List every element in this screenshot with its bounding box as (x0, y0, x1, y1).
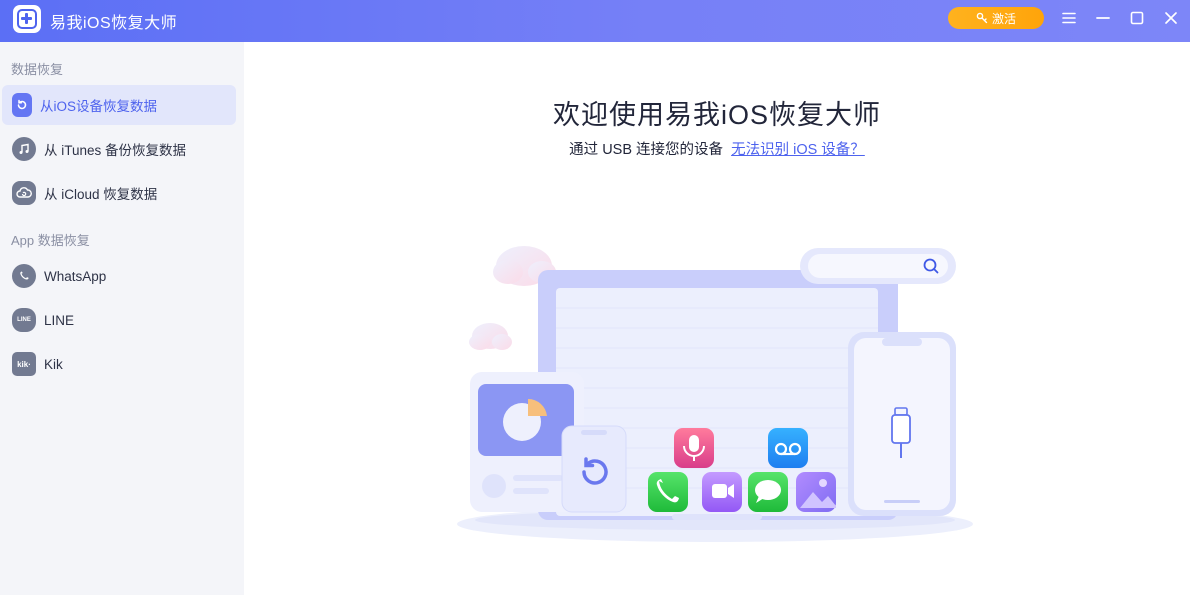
kik-icon: kik· (12, 352, 36, 376)
app-recovery-section-title: App 数据恢复 (11, 233, 90, 248)
activate-button[interactable]: 激活 (948, 7, 1044, 29)
icloud-icon (12, 181, 36, 205)
minimize-icon (1096, 17, 1110, 19)
restore-phone (561, 425, 627, 513)
maximize-button[interactable] (1127, 8, 1147, 28)
key-icon (976, 12, 988, 24)
device-not-recognized-link[interactable]: 无法识别 iOS 设备？ (731, 142, 865, 158)
data-recovery-section-title: 数据恢复 (11, 62, 64, 77)
sidebar-item-whatsapp[interactable]: WhatsApp (2, 256, 236, 296)
menu-button[interactable] (1059, 8, 1079, 28)
sidebar-item-label: 从 iTunes 备份恢复数据 (44, 143, 187, 158)
sidebar-item-label: WhatsApp (44, 268, 107, 284)
connect-subtitle: 通过 USB 连接您的设备 (569, 142, 724, 158)
activate-label: 激活 (991, 11, 1016, 26)
facetime-icon (702, 472, 742, 512)
sidebar-item-label: LINE (44, 312, 75, 328)
whatsapp-icon (12, 264, 36, 288)
sidebar-item-label: 从iOS设备恢复数据 (40, 99, 158, 114)
sidebar-item-label: 从 iCloud 恢复数据 (44, 187, 158, 202)
sidebar: 数据恢复 从iOS设备恢复数据 从 iTunes 备份恢复数据 从 iCloud… (0, 42, 244, 595)
sidebar-item-line[interactable]: LINE LINE (2, 300, 236, 340)
sidebar-item-icloud[interactable]: 从 iCloud 恢复数据 (2, 173, 236, 213)
sidebar-item-kik[interactable]: kik· Kik (2, 344, 236, 384)
sidebar-item-ios-device[interactable]: 从iOS设备恢复数据 (2, 85, 236, 125)
maximize-icon (1130, 11, 1144, 25)
line-icon-text: LINE (17, 317, 31, 323)
device-restore-icon (12, 93, 32, 117)
line-icon: LINE (12, 308, 36, 332)
cloud-small-icon (469, 323, 512, 350)
menu-icon (1062, 12, 1076, 24)
app-title: 易我iOS恢复大师 (50, 15, 178, 32)
phone-app-icon (648, 472, 688, 512)
welcome-title: 欢迎使用易我iOS恢复大师 (552, 100, 881, 130)
connect-instruction: 通过 USB 连接您的设备 无法识别 iOS 设备？ (244, 138, 1190, 159)
itunes-icon (12, 137, 36, 161)
kik-icon-text: kik· (17, 359, 31, 369)
photos-icon (796, 472, 836, 512)
sidebar-item-label: Kik (44, 356, 63, 372)
app-logo-icon (13, 5, 41, 33)
title-bar: 易我iOS恢复大师 激活 (0, 0, 1190, 42)
messages-icon (748, 472, 788, 512)
voicemail-icon (768, 428, 808, 468)
voice-memo-icon (674, 428, 714, 468)
close-button[interactable] (1161, 8, 1181, 28)
connect-device-illustration (457, 246, 973, 542)
sidebar-item-itunes[interactable]: 从 iTunes 备份恢复数据 (2, 129, 236, 169)
close-icon (1165, 12, 1177, 24)
minimize-button[interactable] (1093, 8, 1113, 28)
